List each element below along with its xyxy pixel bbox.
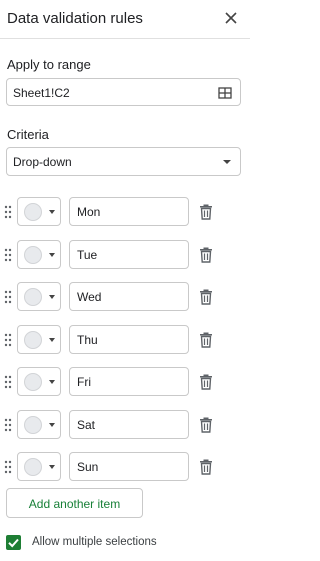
color-swatch <box>24 331 42 349</box>
item-value-input[interactable]: Thu <box>69 325 189 354</box>
list-item: Sat <box>0 410 250 440</box>
trash-icon[interactable] <box>198 416 214 433</box>
chevron-down-icon <box>49 423 55 427</box>
color-swatch <box>24 373 42 391</box>
trash-icon[interactable] <box>198 203 214 220</box>
chevron-down-icon <box>49 210 55 214</box>
trash-icon[interactable] <box>198 288 214 305</box>
item-value-text[interactable]: Sat <box>77 418 95 432</box>
chevron-down-icon <box>49 338 55 342</box>
add-another-item-label[interactable]: Add another item <box>7 497 142 511</box>
color-picker-button[interactable] <box>17 367 61 396</box>
color-swatch <box>24 288 42 306</box>
color-swatch <box>24 203 42 221</box>
criteria-label: Criteria <box>7 127 49 142</box>
drag-handle-icon[interactable] <box>4 205 12 219</box>
grid-icon[interactable] <box>218 86 232 100</box>
list-item: Fri <box>0 367 250 397</box>
color-picker-button[interactable] <box>17 282 61 311</box>
color-picker-button[interactable] <box>17 410 61 439</box>
list-item: Thu <box>0 325 250 355</box>
list-item: Sun <box>0 452 250 482</box>
trash-icon[interactable] <box>198 458 214 475</box>
close-icon[interactable] <box>224 11 238 25</box>
drag-handle-icon[interactable] <box>4 460 12 474</box>
panel-title: Data validation rules <box>7 10 143 27</box>
color-picker-button[interactable] <box>17 240 61 269</box>
item-value-input[interactable]: Mon <box>69 197 189 226</box>
drag-handle-icon[interactable] <box>4 418 12 432</box>
range-input[interactable]: Sheet1!C2 <box>6 78 241 106</box>
chevron-down-icon <box>49 295 55 299</box>
checkmark-icon <box>8 538 19 548</box>
trash-icon[interactable] <box>198 331 214 348</box>
item-value-input[interactable]: Sun <box>69 452 189 481</box>
drag-handle-icon[interactable] <box>4 375 12 389</box>
apply-to-range-label: Apply to range <box>7 57 91 72</box>
add-another-item-button[interactable]: Add another item <box>6 488 143 518</box>
criteria-dropdown[interactable]: Drop-down <box>6 147 241 176</box>
drag-handle-icon[interactable] <box>4 290 12 304</box>
item-value-input[interactable]: Wed <box>69 282 189 311</box>
list-item: Tue <box>0 240 250 270</box>
color-swatch <box>24 246 42 264</box>
drag-handle-icon[interactable] <box>4 248 12 262</box>
color-picker-button[interactable] <box>17 197 61 226</box>
criteria-selected[interactable]: Drop-down <box>13 155 72 169</box>
trash-icon[interactable] <box>198 373 214 390</box>
chevron-down-icon[interactable] <box>223 160 231 164</box>
trash-icon[interactable] <box>198 246 214 263</box>
item-value-input[interactable]: Tue <box>69 240 189 269</box>
range-value[interactable]: Sheet1!C2 <box>13 86 70 100</box>
color-picker-button[interactable] <box>17 452 61 481</box>
allow-multiple-label: Allow multiple selections <box>32 536 157 548</box>
color-swatch <box>24 416 42 434</box>
item-value-input[interactable]: Sat <box>69 410 189 439</box>
list-item: Wed <box>0 282 250 312</box>
chevron-down-icon <box>49 465 55 469</box>
item-value-text[interactable]: Thu <box>77 333 98 347</box>
item-value-text[interactable]: Fri <box>77 375 91 389</box>
chevron-down-icon <box>49 380 55 384</box>
item-value-text[interactable]: Tue <box>77 248 97 262</box>
chevron-down-icon <box>49 253 55 257</box>
panel-header: Data validation rules <box>0 0 250 39</box>
list-item: Mon <box>0 197 250 227</box>
color-swatch <box>24 458 42 476</box>
item-value-text[interactable]: Wed <box>77 290 101 304</box>
color-picker-button[interactable] <box>17 325 61 354</box>
item-value-text[interactable]: Mon <box>77 205 100 219</box>
drag-handle-icon[interactable] <box>4 333 12 347</box>
item-value-input[interactable]: Fri <box>69 367 189 396</box>
allow-multiple-checkbox[interactable] <box>6 535 21 550</box>
item-value-text[interactable]: Sun <box>77 460 98 474</box>
